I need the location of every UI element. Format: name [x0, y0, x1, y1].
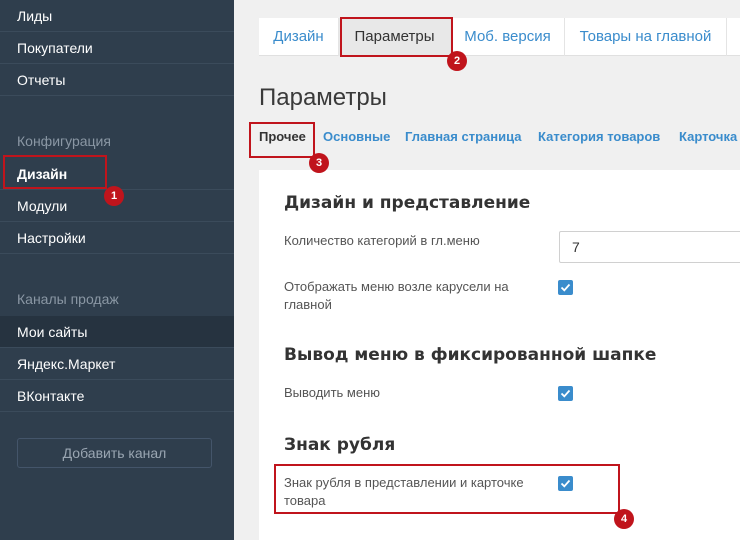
sidebar-item-vkontakte[interactable]: ВКонтакте: [0, 380, 234, 412]
tab-mobile-version[interactable]: Моб. версия: [451, 18, 565, 56]
subnav-product-card[interactable]: Карточка: [679, 129, 737, 144]
section-title-ruble: Знак рубля: [284, 435, 396, 455]
tab-design[interactable]: Дизайн: [259, 18, 339, 56]
checkmark-icon: [560, 479, 571, 488]
show-menu-carousel-checkbox[interactable]: [558, 280, 573, 295]
subnav-other[interactable]: Прочее: [259, 129, 306, 144]
show-menu-label: Выводить меню: [284, 385, 381, 400]
subnav-product-category[interactable]: Категория товаров: [538, 129, 660, 144]
show-menu-carousel-label: Отображать меню возле карусели на главно…: [284, 279, 509, 312]
ruble-sign-checkbox[interactable]: [558, 476, 573, 491]
tab-bar: Дизайн Параметры Моб. версия Товары на г…: [259, 18, 740, 56]
subnav-home-page[interactable]: Главная страница: [405, 129, 521, 144]
step-badge-2: 2: [447, 51, 467, 71]
main-content: Дизайн Параметры Моб. версия Товары на г…: [234, 0, 740, 540]
step-badge-1: 1: [104, 186, 124, 206]
settings-panel: Дизайн и представление Количество катего…: [259, 170, 740, 540]
sidebar-item-reports[interactable]: Отчеты: [0, 64, 234, 96]
show-menu-checkbox[interactable]: [558, 386, 573, 401]
sidebar-item-yandex-market[interactable]: Яндекс.Маркет: [0, 348, 234, 380]
sidebar-heading-channels: Каналы продаж: [17, 291, 119, 307]
sidebar-heading-config: Конфигурация: [17, 133, 111, 149]
sidebar-item-design[interactable]: Дизайн: [0, 158, 234, 190]
subnav-main[interactable]: Основные: [323, 129, 390, 144]
checkmark-icon: [560, 389, 571, 398]
step-badge-3: 3: [309, 153, 329, 173]
sidebar-item-leads[interactable]: Лиды: [0, 0, 234, 32]
step-badge-4: 4: [614, 509, 634, 529]
sidebar-item-settings[interactable]: Настройки: [0, 222, 234, 254]
ruble-sign-label: Знак рубля в представлении и карточке то…: [284, 475, 524, 508]
sidebar-item-my-sites[interactable]: Мои сайты: [0, 316, 234, 348]
checkmark-icon: [560, 283, 571, 292]
tab-home-products[interactable]: Товары на главной: [565, 18, 727, 56]
sidebar: Лиды Покупатели Отчеты Конфигурация Диза…: [0, 0, 234, 540]
section-title-fixed-header: Вывод меню в фиксированной шапке: [284, 345, 657, 365]
add-channel-button[interactable]: Добавить канал: [17, 438, 212, 468]
categories-count-input[interactable]: 7: [559, 231, 740, 263]
categories-count-label: Количество категорий в гл.меню: [284, 233, 480, 248]
section-title-design: Дизайн и представление: [284, 193, 531, 213]
tab-parameters[interactable]: Параметры: [339, 18, 451, 56]
sidebar-item-customers[interactable]: Покупатели: [0, 32, 234, 64]
page-title: Параметры: [259, 84, 387, 111]
